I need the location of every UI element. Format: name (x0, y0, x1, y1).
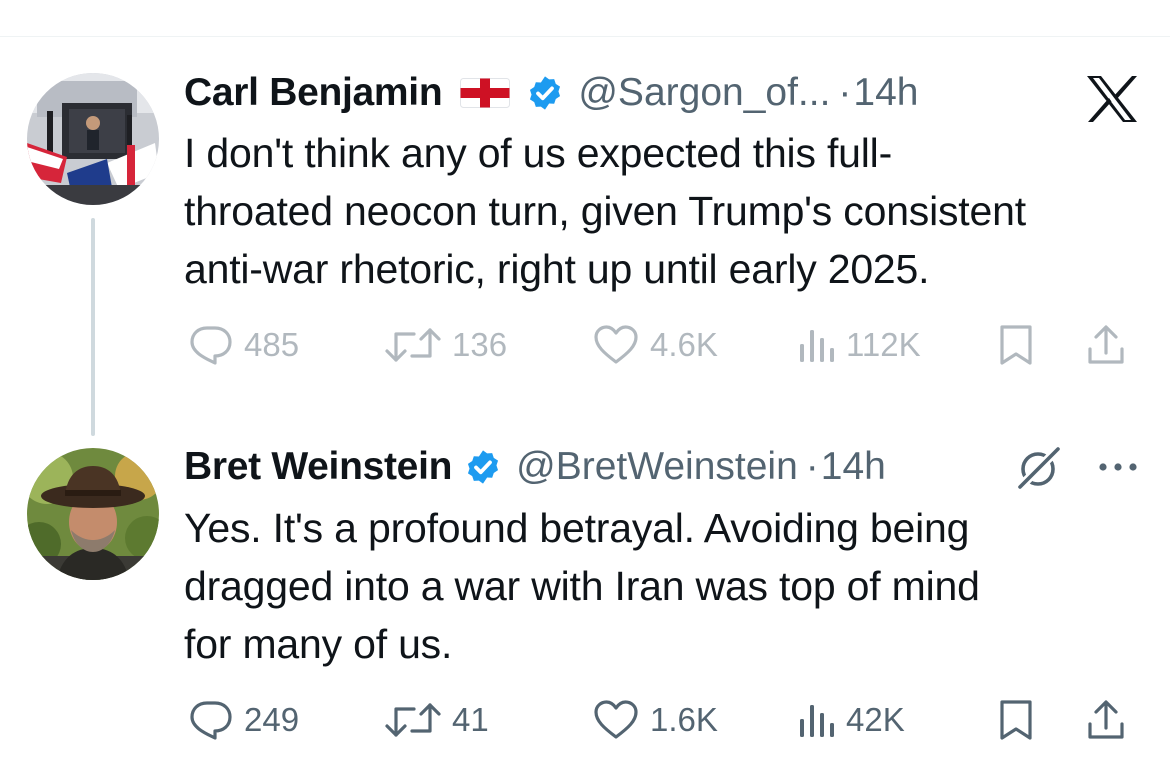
author-name[interactable]: Carl Benjamin (184, 71, 443, 115)
share-button[interactable] (1084, 695, 1128, 745)
top-divider (0, 36, 1170, 37)
tweet-header: Carl Benjamin @Sargon_of... · 14h (184, 69, 919, 117)
share-icon (1084, 698, 1128, 742)
more-icon[interactable] (1096, 455, 1142, 479)
tweet-text-line: throated neocon turn, given Trump's cons… (184, 188, 1026, 234)
bookmark-icon (996, 323, 1036, 367)
timestamp[interactable]: 14h (821, 445, 886, 489)
views-count: 42K (846, 701, 905, 738)
england-flag-icon (460, 78, 511, 108)
share-button[interactable] (1084, 320, 1128, 370)
thread-connector-line (91, 218, 95, 436)
tweet-text: Yes. It's a profound betrayal. Avoiding … (184, 499, 1154, 673)
tweet-text: I don't think any of us expected this fu… (184, 124, 1154, 298)
retweet-icon (384, 699, 442, 741)
reply-icon (188, 324, 234, 366)
separator-dot: · (838, 71, 852, 114)
bookmark-icon (996, 698, 1036, 742)
verified-badge-icon[interactable] (526, 74, 564, 112)
timestamp[interactable]: 14h (853, 71, 918, 115)
views-button[interactable]: 112K (796, 320, 921, 370)
reply-button[interactable]: 485 (188, 320, 299, 370)
separator-dot: · (805, 445, 819, 488)
views-button[interactable]: 42K (796, 695, 905, 745)
bookmark-button[interactable] (996, 695, 1036, 745)
x-logo-icon[interactable] (1085, 74, 1139, 124)
heart-icon (592, 324, 640, 366)
tweet-text-line: for many of us. (184, 621, 453, 667)
bookmark-button[interactable] (996, 320, 1036, 370)
analytics-icon (796, 699, 836, 741)
heart-icon (592, 699, 640, 741)
like-count: 1.6K (650, 701, 718, 738)
tweet-text-line: I don't think any of us expected this fu… (184, 130, 893, 176)
reply-icon (188, 699, 234, 741)
like-button[interactable]: 1.6K (592, 695, 718, 745)
retweet-count: 136 (452, 326, 508, 363)
tweet-text-line: anti-war rhetoric, right up until early … (184, 246, 930, 292)
author-name[interactable]: Bret Weinstein (184, 445, 452, 489)
tweet-header: Bret Weinstein @BretWeinstein · 14h (184, 443, 886, 491)
author-handle[interactable]: @BretWeinstein (516, 445, 798, 489)
reply-count: 485 (244, 326, 300, 363)
share-icon (1084, 323, 1128, 367)
retweet-button[interactable]: 136 (384, 320, 507, 370)
retweet-icon (384, 324, 442, 366)
tweet-text-line: dragged into a war with Iran was top of … (184, 563, 980, 609)
analytics-icon (796, 324, 836, 366)
grok-icon[interactable] (1014, 443, 1064, 493)
views-count: 112K (846, 326, 921, 363)
retweet-count: 41 (452, 701, 489, 738)
tweet-actions: 249 41 1.6K 42K (184, 695, 1144, 745)
author-handle[interactable]: @Sargon_of... (578, 71, 830, 115)
avatar-bret-weinstein[interactable] (27, 448, 159, 580)
retweet-button[interactable]: 41 (384, 695, 489, 745)
avatar-carl-benjamin[interactable] (27, 73, 159, 205)
like-button[interactable]: 4.6K (592, 320, 718, 370)
reply-count: 249 (244, 701, 300, 738)
tweet-text-line: Yes. It's a profound betrayal. Avoiding … (184, 505, 970, 551)
verified-badge-icon[interactable] (464, 448, 502, 486)
like-count: 4.6K (650, 326, 718, 363)
tweet-actions: 485 136 4.6K 112K (184, 320, 1144, 370)
reply-button[interactable]: 249 (188, 695, 299, 745)
